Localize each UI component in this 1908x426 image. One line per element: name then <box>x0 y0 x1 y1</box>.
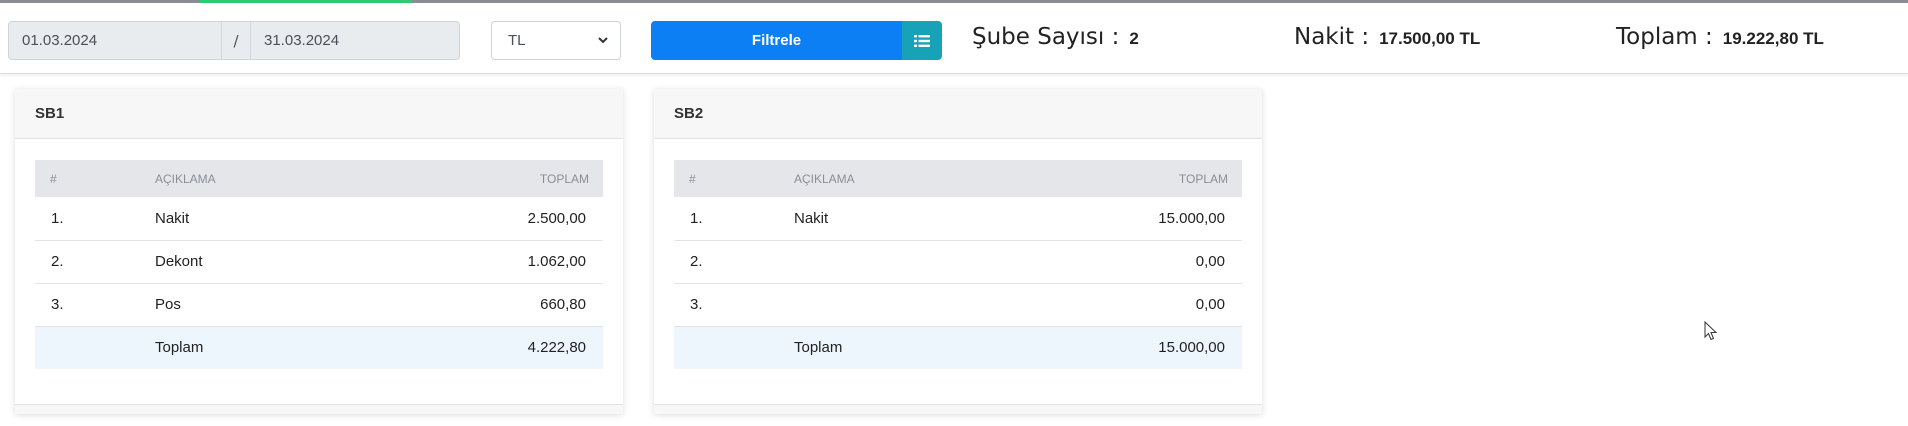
currency-select-value: TL <box>508 32 526 49</box>
date-separator: / <box>221 22 251 59</box>
branch-count-stat: Şube Sayısı : 2 <box>972 24 1139 50</box>
row-total: 1.062,00 <box>527 253 586 270</box>
row-total: 15.000,00 <box>1158 209 1225 227</box>
branch-table: # AÇIKLAMA TOPLAM 1. Nakit 2.500,00 2. D… <box>35 160 603 369</box>
column-header-total: TOPLAM <box>539 171 589 186</box>
table-total-row: Toplam 15.000,00 <box>674 326 1242 369</box>
filter-button[interactable]: Filtrele <box>651 21 902 60</box>
row-total: 660,80 <box>540 296 586 313</box>
branch-card: SB2 # AÇIKLAMA TOPLAM 1. Nakit 15.000,00… <box>654 89 1262 414</box>
row-description: Pos <box>155 296 181 313</box>
branch-card-title: SB2 <box>654 89 1262 139</box>
row-description: Nakit <box>155 209 190 227</box>
row-number: 2. <box>51 253 64 270</box>
total-row-label: Toplam <box>155 339 204 357</box>
table-row: 3. 0,00 <box>674 283 1242 326</box>
row-description <box>794 240 982 283</box>
cash-label: Nakit : <box>1294 24 1370 50</box>
row-number: 3. <box>51 296 64 313</box>
table-row: 1. Nakit 15.000,00 <box>674 197 1242 240</box>
row-total: 0,00 <box>1195 296 1225 313</box>
row-description: Dekont <box>155 253 203 270</box>
total-row-number <box>35 326 155 369</box>
list-view-button[interactable] <box>902 21 942 60</box>
branch-count-value: 2 <box>1129 29 1139 48</box>
branch-count-label: Şube Sayısı : <box>972 24 1120 50</box>
row-total: 2.500,00 <box>527 209 586 227</box>
table-row: 2. Dekont 1.062,00 <box>35 240 603 283</box>
table-total-row: Toplam 4.222,80 <box>35 326 603 369</box>
column-header-description: AÇIKLAMA <box>155 171 216 186</box>
row-description <box>794 283 982 326</box>
row-description: Nakit <box>794 209 829 227</box>
branch-table: # AÇIKLAMA TOPLAM 1. Nakit 15.000,00 2. … <box>674 160 1242 369</box>
row-number: 3. <box>690 296 703 313</box>
mouse-pointer-icon <box>1704 321 1718 341</box>
cash-stat: Nakit : 17.500,00 TL <box>1294 24 1480 50</box>
table-row: 3. Pos 660,80 <box>35 283 603 326</box>
table-row: 1. Nakit 2.500,00 <box>35 197 603 240</box>
row-total: 0,00 <box>1195 253 1225 270</box>
total-row-number <box>674 326 794 369</box>
filter-toolbar: 01.03.2024 / 31.03.2024 TL Filtrele Şube… <box>0 3 1908 74</box>
table-row: 2. 0,00 <box>674 240 1242 283</box>
branch-card-title: SB1 <box>15 89 623 139</box>
total-stat: Toplam : 19.222,80 TL <box>1616 24 1824 50</box>
start-date-input[interactable]: 01.03.2024 <box>9 22 221 59</box>
column-header-description: AÇIKLAMA <box>794 171 855 186</box>
total-value: 19.222,80 TL <box>1722 29 1824 48</box>
table-header-row: # AÇIKLAMA TOPLAM <box>35 160 603 197</box>
branch-card: SB1 # AÇIKLAMA TOPLAM 1. Nakit 2.500,00 … <box>15 89 623 414</box>
table-header-row: # AÇIKLAMA TOPLAM <box>674 160 1242 197</box>
row-number: 1. <box>690 209 703 227</box>
chevron-down-icon <box>598 37 608 44</box>
currency-select[interactable]: TL <box>491 21 621 60</box>
branch-card-footer <box>15 404 623 414</box>
row-number: 2. <box>690 253 703 270</box>
end-date-input[interactable]: 31.03.2024 <box>251 22 459 59</box>
total-row-value: 15.000,00 <box>1158 339 1225 357</box>
total-label: Toplam : <box>1616 24 1713 50</box>
list-icon <box>914 34 930 47</box>
column-header-no: # <box>50 171 57 186</box>
total-row-value: 4.222,80 <box>527 339 586 357</box>
date-range: 01.03.2024 / 31.03.2024 <box>8 21 460 60</box>
column-header-total: TOPLAM <box>1178 171 1228 186</box>
total-row-label: Toplam <box>794 339 843 357</box>
branch-card-footer <box>654 404 1262 414</box>
column-header-no: # <box>689 171 696 186</box>
cash-value: 17.500,00 TL <box>1379 29 1481 48</box>
row-number: 1. <box>51 209 64 227</box>
